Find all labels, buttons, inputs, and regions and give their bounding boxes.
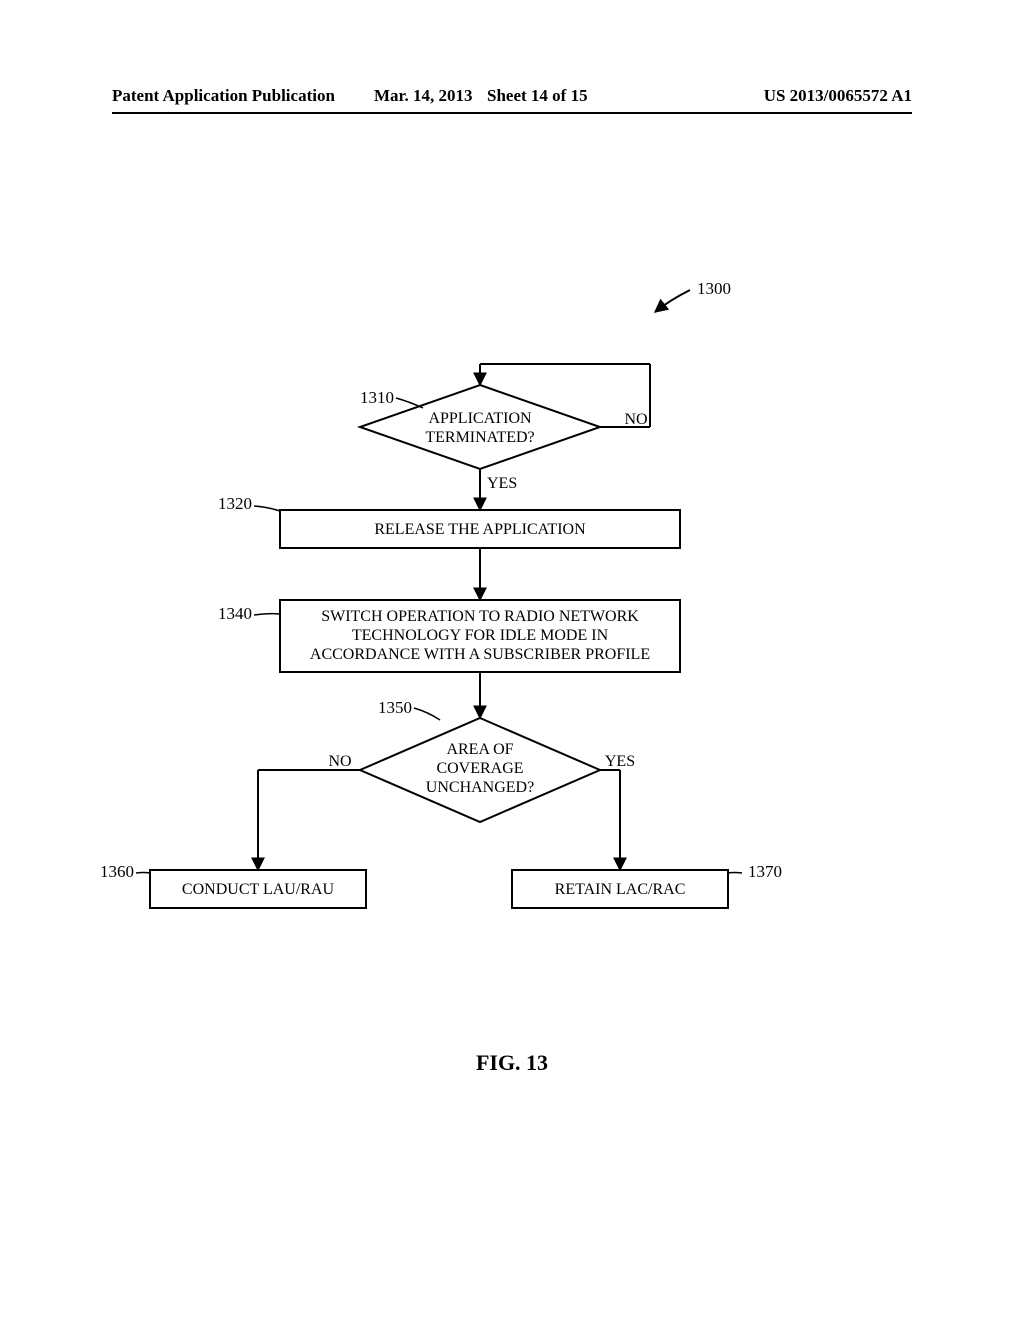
decision-terminated-line2: TERMINATED? bbox=[425, 429, 534, 446]
figure-caption: FIG. 13 bbox=[0, 1050, 1024, 1076]
leader-1360 bbox=[136, 873, 150, 874]
decision-coverage-line1: AREA OF bbox=[446, 741, 513, 758]
ref-1310: 1310 bbox=[360, 388, 394, 408]
decision-terminated-line1: APPLICATION bbox=[428, 410, 531, 427]
switch-op-line2: TECHNOLOGY FOR IDLE MODE IN bbox=[352, 627, 608, 644]
ref-1320: 1320 bbox=[218, 494, 252, 514]
switch-op-line3: ACCORDANCE WITH A SUBSCRIBER PROFILE bbox=[310, 646, 650, 663]
text-retain-lac-rac: RETAIN LAC/RAC bbox=[512, 880, 728, 899]
ref-1350: 1350 bbox=[378, 698, 412, 718]
figure-ref-arrow bbox=[655, 290, 690, 312]
patent-figure-page: Patent Application Publication Mar. 14, … bbox=[0, 0, 1024, 1320]
text-switch-operation: SWITCH OPERATION TO RADIO NETWORK TECHNO… bbox=[280, 607, 680, 665]
leader-1340 bbox=[254, 614, 280, 615]
ref-1340: 1340 bbox=[218, 604, 252, 624]
ref-1360: 1360 bbox=[100, 862, 134, 882]
decision-coverage-line2: COVERAGE bbox=[436, 760, 523, 777]
leader-1350 bbox=[414, 708, 440, 720]
leader-1310 bbox=[396, 398, 423, 408]
ref-1300: 1300 bbox=[697, 279, 731, 299]
text-decision-terminated: APPLICATION TERMINATED? bbox=[400, 409, 560, 447]
edge-label-terminated-yes: YES bbox=[487, 474, 527, 493]
edge-label-coverage-no: NO bbox=[320, 752, 360, 771]
decision-coverage-line3: UNCHANGED? bbox=[426, 779, 534, 796]
text-conduct-lau-rau: CONDUCT LAU/RAU bbox=[150, 880, 366, 899]
edge-label-coverage-yes: YES bbox=[600, 752, 640, 771]
switch-op-line1: SWITCH OPERATION TO RADIO NETWORK bbox=[321, 608, 639, 625]
edge-coverage-yes bbox=[600, 770, 620, 870]
text-release-application: RELEASE THE APPLICATION bbox=[280, 520, 680, 539]
text-decision-coverage: AREA OF COVERAGE UNCHANGED? bbox=[400, 740, 560, 798]
leader-1320 bbox=[254, 506, 280, 511]
edge-label-terminated-no: NO bbox=[616, 410, 656, 429]
edge-coverage-no bbox=[258, 770, 360, 870]
ref-1370: 1370 bbox=[748, 862, 782, 882]
leader-1370 bbox=[728, 873, 742, 874]
